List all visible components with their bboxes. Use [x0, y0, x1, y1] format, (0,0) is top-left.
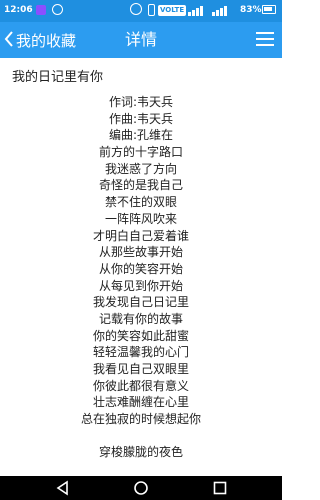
lyric-line: 总在独寂的时候想起你 — [80, 412, 201, 427]
signal-strength-icon — [188, 4, 210, 16]
lyric-line: 禁不住的双眼 — [104, 195, 177, 210]
lyric-line: 作词:韦天兵 — [108, 95, 174, 109]
lyric-line: 从那些故事开始 — [98, 245, 183, 260]
lyric-line: 编曲:孔维在 — [108, 128, 174, 143]
square-recent-icon[interactable] — [212, 480, 228, 496]
header-bar: 我的收藏 详情 — [0, 22, 282, 58]
alarm-icon — [130, 3, 142, 15]
lyric-line: 从你的笑容开始 — [98, 261, 183, 276]
back-label: 我的收藏 — [16, 31, 77, 50]
lyric-line: 一阵阵风吹来 — [104, 211, 177, 226]
battery-icon — [262, 5, 276, 14]
lyric-line — [0, 428, 282, 445]
lyrics-list: 作词:韦天兵 作曲:韦天兵 编曲:孔维在 前方的十字路口 我迷惑了方向 奇怪的是我自己 禁不… — [0, 94, 282, 461]
lyric-line: 才明白自己爱着谁 — [92, 228, 189, 243]
lyric-line: 壮志难酬缠在心里 — [92, 395, 189, 410]
lyric-line: 我看见自己双眼里 — [92, 362, 189, 376]
lyric-line: 记载有你的故事 — [98, 311, 183, 326]
circle-home-icon[interactable] — [133, 480, 149, 496]
system-nav-bar — [0, 476, 282, 500]
app-notification-icon — [36, 5, 46, 15]
battery-percent: 83% — [240, 5, 262, 15]
lyric-line: 你彼此都很有意义 — [92, 378, 189, 393]
vibrate-icon — [148, 4, 155, 16]
lyric-line: 奇怪的是我自己 — [98, 178, 183, 193]
song-detail: 我的日记里有你 作词:韦天兵 作曲:韦天兵 编曲:孔维在 前方的十字路口 我迷惑了方向奇… — [0, 58, 282, 476]
lyric-line: 你的笑容如此甜蜜 — [92, 328, 189, 343]
lyric-line: 我发现自己日记里 — [92, 295, 189, 310]
status-bar: 12:06 VOLTE 83% — [0, 0, 282, 22]
lyric-line: 从每见到你开始 — [98, 278, 183, 293]
signal-strength-icon-2 — [212, 4, 234, 16]
lyric-line: 前方的十字路口 — [98, 145, 183, 160]
back-button[interactable]: 我的收藏 — [4, 22, 76, 58]
lyric-line: 我迷惑了方向 — [104, 161, 177, 176]
lyric-line: 作曲:韦天兵 — [108, 111, 174, 126]
triangle-back-icon[interactable] — [55, 480, 71, 496]
lyric-line: 轻轻温馨我的心门 — [92, 345, 189, 360]
song-title: 我的日记里有你 — [12, 70, 104, 85]
sync-icon — [52, 4, 63, 15]
chevron-left-icon — [4, 30, 14, 51]
status-time: 12:06 — [4, 5, 33, 15]
hamburger-menu-icon[interactable] — [256, 31, 274, 47]
lyric-line: 穿梭朦胧的夜色 — [98, 445, 183, 460]
volte-badge: VOLTE — [158, 5, 187, 16]
